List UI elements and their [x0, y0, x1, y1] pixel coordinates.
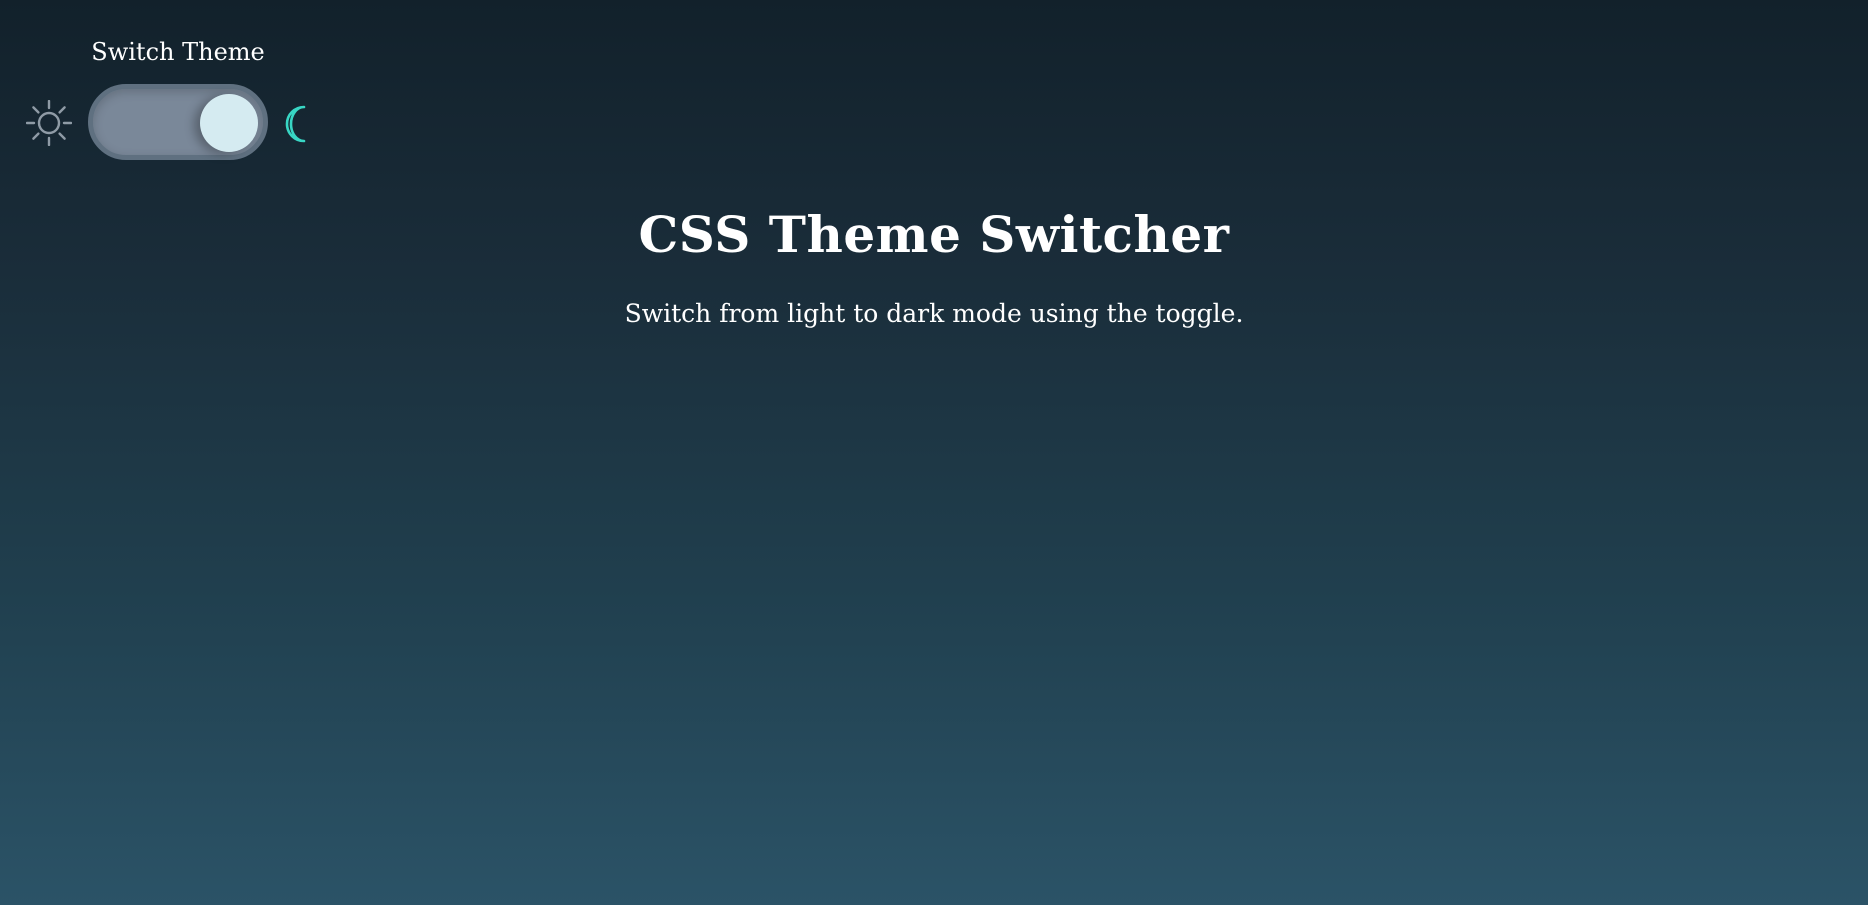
page-subtitle: Switch from light to dark mode using the…: [624, 299, 1244, 328]
theme-switch-label: Switch Theme: [91, 38, 265, 66]
toggle-knob[interactable]: [200, 94, 258, 152]
theme-toggle[interactable]: [88, 84, 268, 160]
page-title: CSS Theme Switcher: [638, 205, 1230, 264]
moon-icon: [282, 104, 314, 144]
sun-icon: [25, 99, 73, 147]
theme-switcher: Switch Theme: [25, 36, 326, 166]
